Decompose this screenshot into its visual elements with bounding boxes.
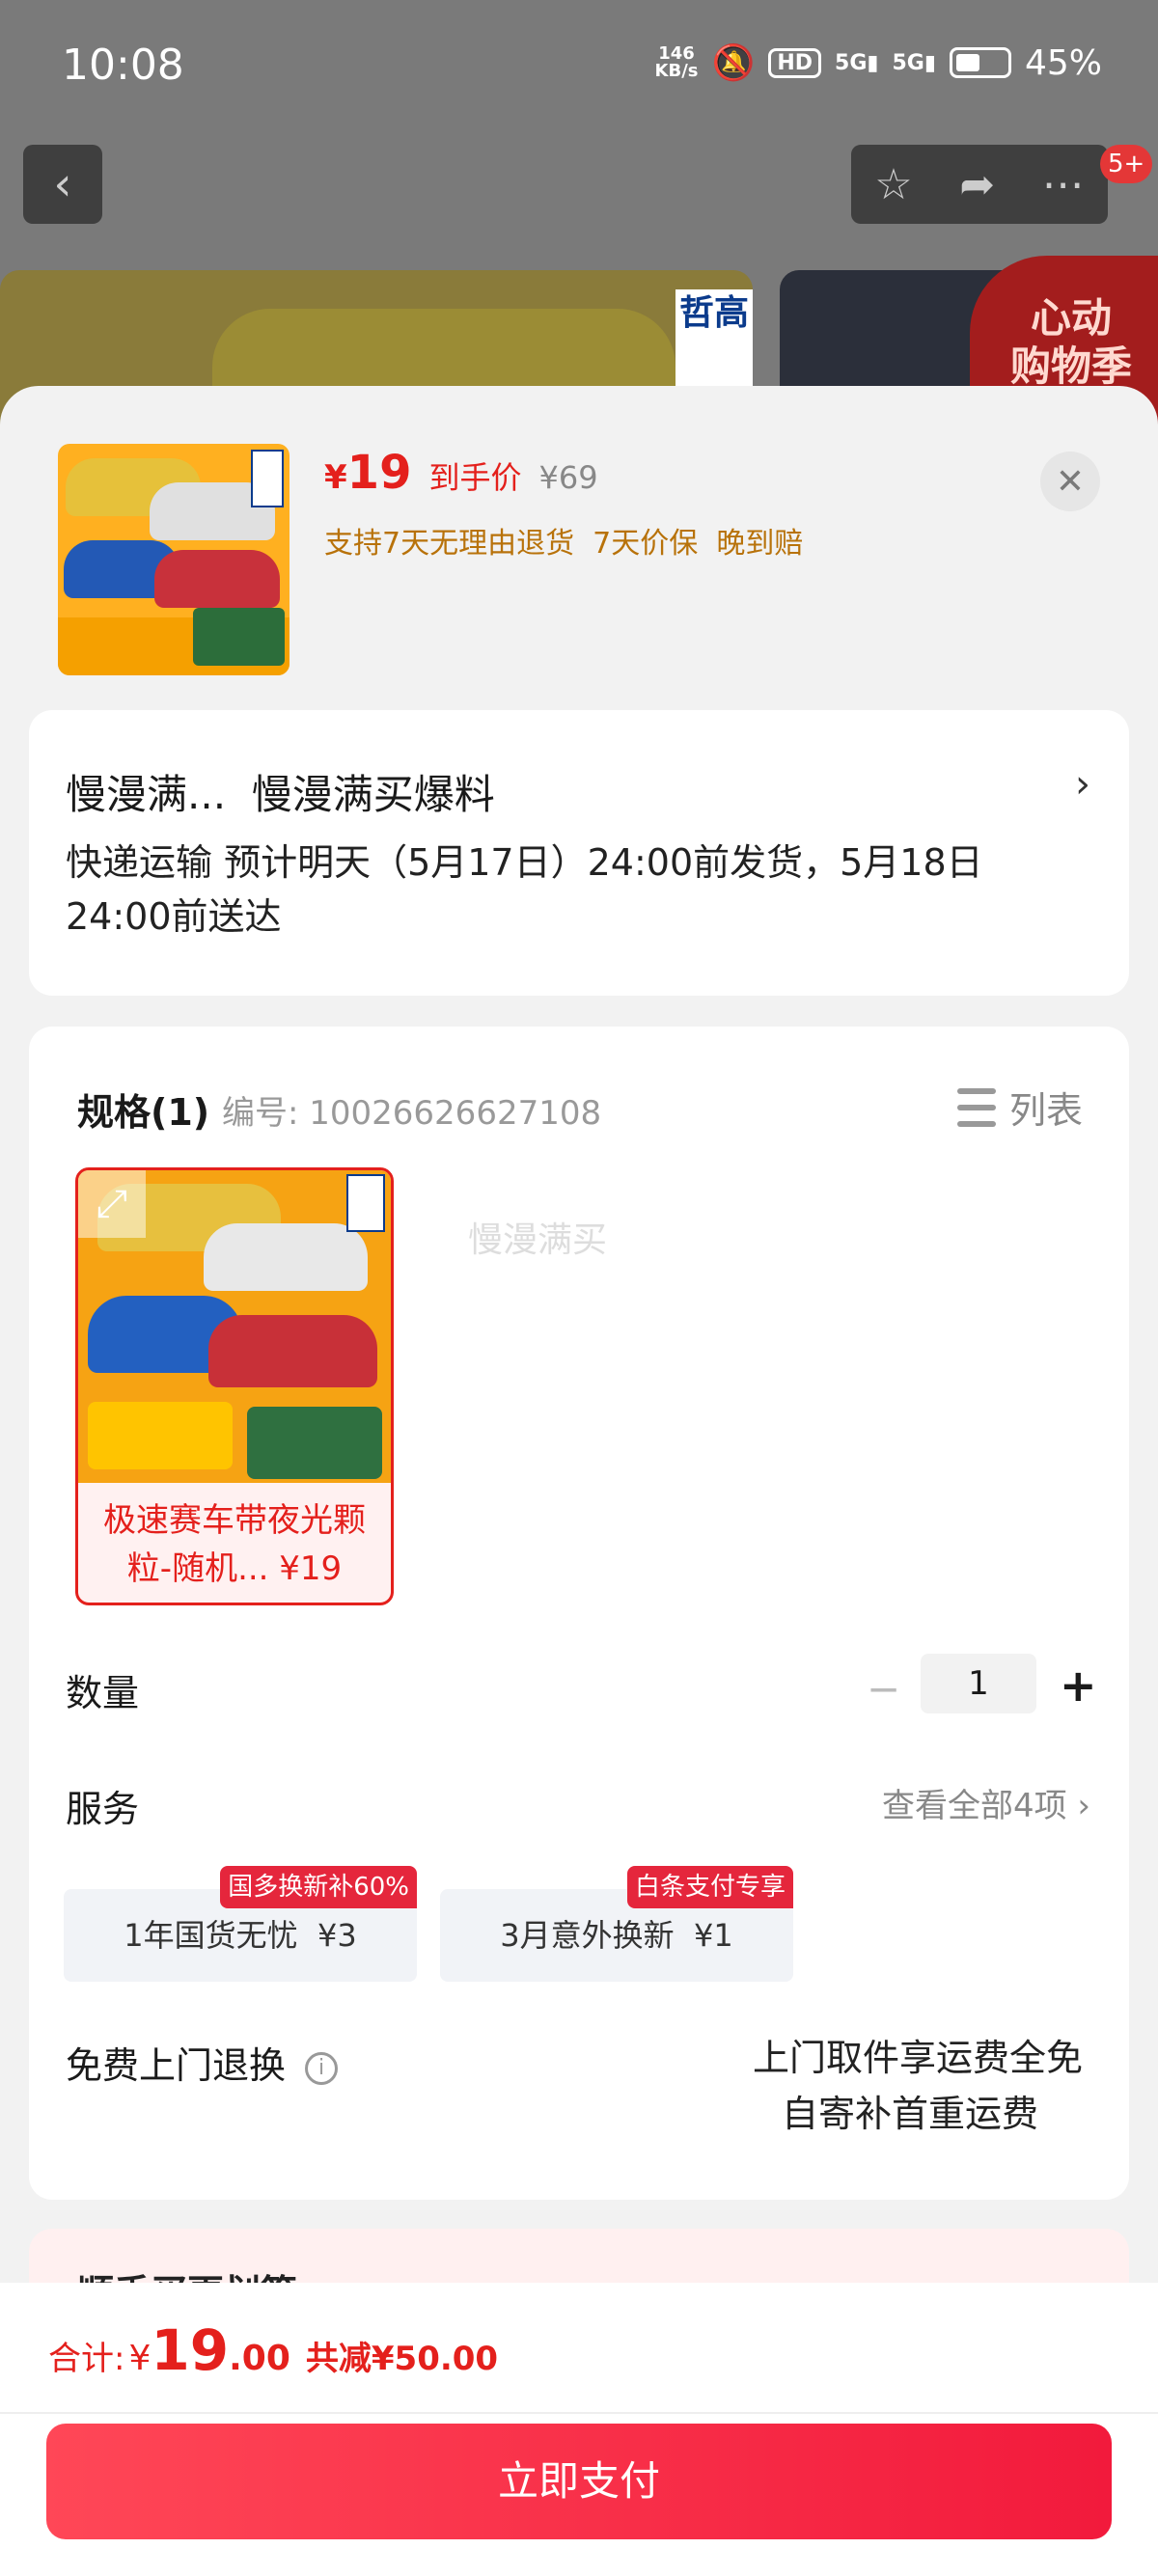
share-icon[interactable]: ➦ (959, 160, 995, 209)
hd-icon: HD (768, 47, 822, 78)
spec-code: 编号: 10026626627108 (222, 1094, 602, 1133)
chevron-right-icon: › (1075, 762, 1090, 807)
list-view-toggle[interactable]: 列表 (956, 1081, 1083, 1134)
status-bar: 10:08 146 KB/s 🔕 HD 5G▮ 5G▮ 45% (0, 0, 1158, 125)
battery-level: 45% (1024, 42, 1102, 83)
checkout-footer: 合计: ¥ 19 .00 共减¥50.00 立即支付 (0, 2283, 1158, 2576)
spec-option[interactable]: ⤢ 极速赛车带夜光颗粒-随机... ¥19 (75, 1167, 394, 1605)
delivery-address: 慢漫满... 慢漫满买爆料 (66, 771, 495, 818)
back-button[interactable]: ‹ (23, 145, 102, 224)
expand-icon[interactable]: ⤢ (78, 1170, 146, 1238)
sheet-header: ¥19 到手价 ¥69 支持7天无理由退货 7天价保 晚到赔 ✕ (0, 386, 1158, 704)
view-all-services-link[interactable]: 查看全部4项 › (882, 1779, 1090, 1826)
chevron-left-icon: ‹ (53, 157, 72, 211)
free-return-label: 免费上门退换 (66, 2044, 287, 2087)
free-return-row: 免费上门退换 i (66, 2036, 339, 2089)
current-price: ¥19 (324, 446, 412, 500)
total-decimal: .00 (229, 2339, 290, 2378)
status-time: 10:08 (62, 41, 184, 90)
signal-5g-icon: 5G▮ (835, 50, 879, 75)
divider (0, 2412, 1158, 2414)
close-icon: ✕ (1055, 461, 1086, 502)
quantity-increase-button[interactable]: + (1060, 1659, 1097, 1712)
return-line-2: 自寄补首重运费 (781, 2093, 1038, 2135)
return-line-1: 上门取件享运费全免 (752, 2037, 1083, 2079)
total-line: 合计: ¥ 19 .00 共减¥50.00 (48, 2317, 498, 2383)
service-option-2[interactable]: 3月意外换新 ¥1 白条支付专享 (440, 1866, 793, 1982)
product-thumbnail[interactable] (58, 444, 290, 675)
delivery-card[interactable]: 慢漫满... 慢漫满买爆料 › 快递运输 预计明天（5月17日）24:00前发货… (29, 710, 1129, 996)
original-price: ¥69 (538, 459, 598, 496)
pay-now-button[interactable]: 立即支付 (46, 2424, 1112, 2539)
spec-option-label: 极速赛车带夜光颗粒-随机... ¥19 (103, 1501, 366, 1588)
guarantee-text: 支持7天无理由退货 7天价保 晚到赔 (324, 527, 804, 561)
action-group: ☆ ➦ ⋯ (851, 145, 1108, 224)
list-icon (956, 1087, 996, 1127)
return-service-detail: 上门取件享运费全免 自寄补首重运费 (753, 2030, 1083, 2142)
total-currency: ¥ (128, 2339, 152, 2378)
net-speed: 146 KB/s (654, 43, 699, 81)
mute-bell-icon: 🔕 (711, 43, 756, 83)
list-label: 列表 (1008, 1089, 1083, 1132)
notification-badge: 5+ (1100, 145, 1153, 183)
purchase-sheet: ¥19 到手价 ¥69 支持7天无理由退货 7天价保 晚到赔 ✕ 慢漫满... … (0, 386, 1158, 2576)
more-icon[interactable]: ⋯ (1042, 160, 1085, 209)
service-badge: 白条支付专享 (626, 1866, 793, 1908)
service-option-text: 3月意外换新 ¥1 (500, 1917, 733, 1954)
service-option-1[interactable]: 1年国货无忧 ¥3 国多换新补60% (64, 1866, 417, 1982)
status-icons: 146 KB/s 🔕 HD 5G▮ 5G▮ 45% (654, 42, 1102, 84)
total-label: 合计: (48, 2340, 125, 2378)
signal-5g-icon-2: 5G▮ (892, 50, 936, 75)
service-badge: 国多换新补60% (220, 1866, 417, 1908)
close-button[interactable]: ✕ (1040, 452, 1100, 511)
quantity-decrease-button[interactable]: − (867, 1665, 900, 1713)
delivery-estimate: 快递运输 预计明天（5月17日）24:00前发货，5月18日24:00前送达 (66, 841, 983, 938)
quantity-label: 数量 (66, 1672, 140, 1714)
service-label: 服务 (66, 1788, 140, 1830)
star-icon[interactable]: ☆ (874, 160, 912, 209)
spec-title: 规格(1) (77, 1091, 210, 1134)
quantity-input[interactable]: 1 (921, 1654, 1036, 1713)
price-label: 到手价 (428, 459, 522, 496)
price-line: ¥19 到手价 ¥69 (324, 446, 598, 500)
total-discount: 共减¥50.00 (305, 2340, 499, 2378)
battery-icon (949, 47, 1011, 78)
service-option-text: 1年国货无忧 ¥3 (124, 1917, 357, 1954)
watermark: 慢漫满买 (468, 1220, 608, 1260)
spec-card: 规格(1) 编号: 10026626627108 列表 ⤢ 极速赛车带夜光颗粒-… (29, 1027, 1129, 2200)
total-amount: 19 (151, 2317, 230, 2383)
info-icon[interactable]: i (305, 2051, 339, 2085)
